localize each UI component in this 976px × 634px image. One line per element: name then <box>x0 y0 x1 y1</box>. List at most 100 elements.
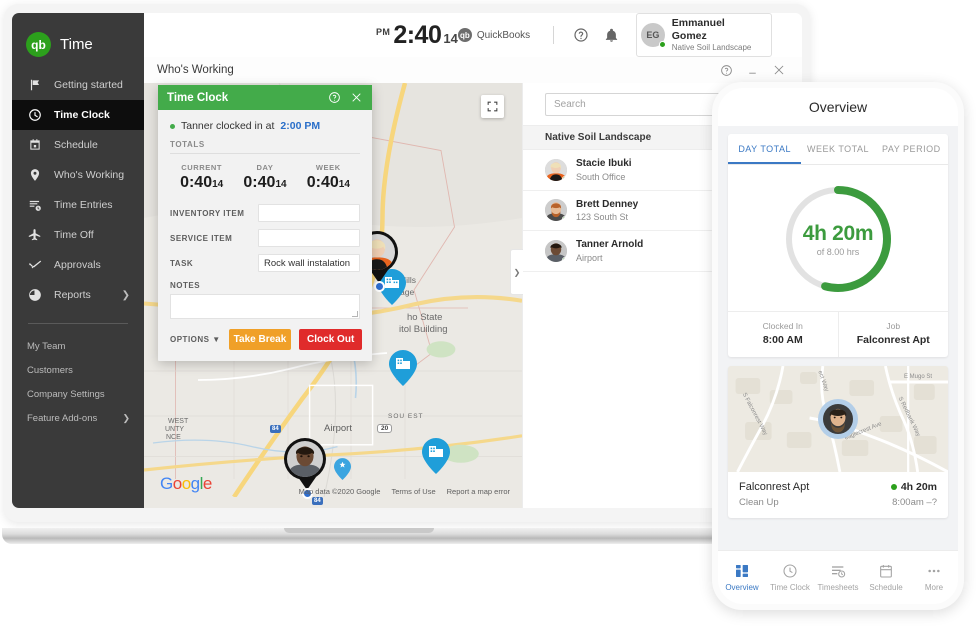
job-site-pin[interactable] <box>389 350 417 391</box>
avatar-photo <box>823 404 853 434</box>
pie-chart-icon <box>27 288 42 303</box>
field-label: INVENTORY ITEM <box>170 208 245 218</box>
person-name: Brett Denney <box>576 198 639 210</box>
help-circle-icon[interactable] <box>720 64 733 77</box>
notes-textarea[interactable] <box>170 294 360 319</box>
sidebar-item-whos-working[interactable]: Who's Working <box>12 160 144 190</box>
phone-map[interactable]: E Mugo St S Falconrest Way ect Way S Red… <box>728 366 948 472</box>
phone-screen: Overview DAY TOTAL WEEK TOTAL PAY PERIOD <box>718 88 958 604</box>
user-name: Emmanuel Gomez <box>671 16 725 42</box>
sidebar-item-reports[interactable]: Reports ❯ <box>12 280 144 310</box>
close-icon[interactable] <box>350 91 363 104</box>
phone-nav-label: Overview <box>725 583 759 592</box>
user-company: Native Soil Landscape <box>671 42 752 52</box>
task-input[interactable]: Rock wall instalation <box>258 254 360 272</box>
map-pin-icon <box>27 168 42 183</box>
person-location: South Office <box>576 171 626 182</box>
help-circle-icon[interactable] <box>328 91 341 104</box>
person-name: Stacie Ibuki <box>576 158 632 169</box>
sidebar-item-company-settings[interactable]: Company Settings <box>12 382 144 406</box>
tab-week-total[interactable]: WEEK TOTAL <box>801 134 874 164</box>
poi-pin[interactable] <box>334 458 351 485</box>
laptop-screen: qb Time Getting started Time Clock Sched… <box>12 13 802 508</box>
job-summary: Falconrest Apt 4h 20m Clean Up 8:00am –? <box>728 472 948 518</box>
map-label: UNTY <box>165 426 185 433</box>
job-site-pin[interactable] <box>422 438 450 479</box>
sidebar-item-time-entries[interactable]: Time Entries <box>12 190 144 220</box>
list-clock-icon <box>832 566 846 578</box>
close-icon[interactable] <box>772 63 786 77</box>
list-clock-icon <box>27 198 42 213</box>
list-item-text: Stacie Ibuki South Office <box>576 157 632 183</box>
window-controls <box>720 63 802 77</box>
field-task: TASK Rock wall instalation <box>158 254 372 279</box>
help-circle-icon[interactable] <box>572 27 589 44</box>
resize-grip-icon[interactable] <box>352 311 358 317</box>
employee-pin-tanner[interactable] <box>284 438 330 499</box>
quickbooks-link[interactable]: qb QuickBooks <box>457 28 531 42</box>
options-dropdown[interactable]: OPTIONS ▼ <box>170 335 221 344</box>
sidebar-item-time-off[interactable]: Time Off <box>12 220 144 250</box>
time-clock-modal: Time Clock Tanner clocked in at 2:00 PM … <box>158 85 372 361</box>
clock-out-button[interactable]: Clock Out <box>299 329 362 350</box>
map-label: ho State <box>407 312 443 323</box>
sidebar-item-label: Reports <box>54 289 91 301</box>
take-break-button[interactable]: Take Break <box>228 329 292 350</box>
online-status-dot <box>562 175 567 181</box>
phone-nav-schedule[interactable]: Schedule <box>862 563 910 592</box>
phone-frame: Overview DAY TOTAL WEEK TOTAL PAY PERIOD <box>712 82 964 610</box>
sidebar-item-getting-started[interactable]: Getting started <box>12 70 144 100</box>
sidebar-item-time-clock[interactable]: Time Clock <box>12 100 144 130</box>
map-report-link[interactable]: Report a map error <box>447 487 510 496</box>
phone-nav-time-clock[interactable]: Time Clock <box>766 563 814 592</box>
totals-label: TOTALS <box>170 140 205 149</box>
online-status-dot <box>658 41 666 48</box>
total-current: CURRENT 0:4014 <box>170 163 233 192</box>
phone-nav-timesheets[interactable]: Timesheets <box>814 563 862 592</box>
service-item-input[interactable] <box>258 229 360 247</box>
status-dot <box>170 123 175 129</box>
quickbooks-label: QuickBooks <box>476 29 531 41</box>
sidebar-item-approvals[interactable]: Approvals <box>12 250 144 280</box>
avatar <box>284 438 326 480</box>
quickbooks-logo-icon: qb <box>26 32 51 57</box>
fullscreen-icon[interactable] <box>481 95 504 118</box>
clock-seconds: 14 <box>443 30 458 46</box>
stat-clocked-in: Clocked In 8:00 AM <box>728 312 838 357</box>
tab-pay-period[interactable]: PAY PERIOD <box>875 134 948 164</box>
job-task: Clean Up <box>739 497 779 508</box>
page-title: Who's Working <box>157 64 234 76</box>
sidebar-item-label: Approvals <box>54 259 101 271</box>
phone-tabs: DAY TOTAL WEEK TOTAL PAY PERIOD <box>728 134 948 165</box>
phone-nav-more[interactable]: More <box>910 563 958 592</box>
sidebar-item-label: Who's Working <box>54 169 125 181</box>
tab-day-total[interactable]: DAY TOTAL <box>728 134 802 164</box>
totals-row: CURRENT 0:4014 DAY 0:4014 WEEK 0:4014 <box>158 154 372 204</box>
phone-nav-overview[interactable]: Overview <box>718 563 766 592</box>
collapse-panel-button[interactable]: ❯ <box>510 249 523 295</box>
stat-job: Job Falconrest Apt <box>837 312 949 357</box>
employee-location-avatar[interactable] <box>818 399 858 439</box>
double-check-icon <box>27 258 42 273</box>
sidebar-item-customers[interactable]: Customers <box>12 358 144 382</box>
avatar-initials: EG <box>646 30 660 40</box>
sidebar-item-schedule[interactable]: Schedule <box>12 130 144 160</box>
total-label: DAY <box>256 163 274 172</box>
sidebar-sub-label: My Team <box>27 340 66 352</box>
status-dot <box>890 484 897 490</box>
sidebar-item-label: Time Entries <box>54 199 113 211</box>
minimize-icon[interactable] <box>746 64 759 77</box>
sidebar-item-feature-addons[interactable]: Feature Add-ons ❯ <box>12 406 144 430</box>
user-menu[interactable]: EG Emmanuel Gomez Native Soil Landscape <box>635 13 773 58</box>
list-item-text: Brett Denney 123 South St <box>576 198 638 224</box>
sidebar-item-my-team[interactable]: My Team <box>12 334 144 358</box>
app-brand: qb Time <box>12 21 144 70</box>
sidebar-item-label: Getting started <box>54 79 123 91</box>
inventory-item-input[interactable] <box>258 204 360 222</box>
whos-working-header: Who's Working <box>144 57 802 83</box>
map-terms-link[interactable]: Terms of Use <box>391 487 435 496</box>
bell-icon[interactable] <box>603 27 620 44</box>
job-location-card[interactable]: E Mugo St S Falconrest Way ect Way S Red… <box>728 366 948 518</box>
day-total-card: DAY TOTAL WEEK TOTAL PAY PERIOD 4h 20m o… <box>728 134 948 357</box>
sidebar-item-label: Time Off <box>54 229 94 241</box>
